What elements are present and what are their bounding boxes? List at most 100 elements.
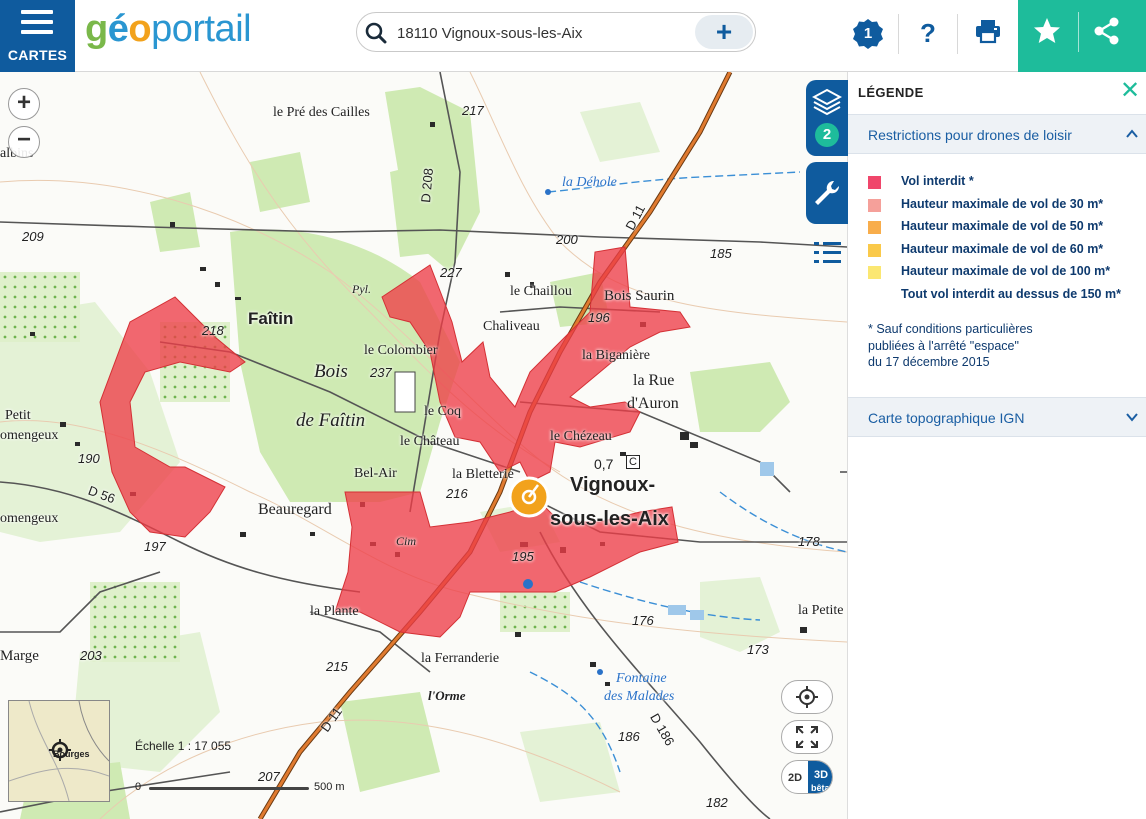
map-label: Bois bbox=[314, 361, 348, 382]
plus-icon: + bbox=[16, 89, 31, 116]
map-label: 176 bbox=[632, 613, 654, 628]
scale-bar: 0 500 m bbox=[135, 780, 355, 794]
notification-badge-icon: 1 bbox=[852, 18, 884, 50]
map-label: 218 bbox=[202, 323, 224, 338]
menu-icon bbox=[21, 10, 53, 40]
legend-item: Hauteur maximale de vol de 50 m* bbox=[868, 219, 1146, 242]
map-label: Chaliveau bbox=[483, 319, 540, 334]
notification-count: 1 bbox=[863, 25, 873, 42]
legend-item-label: Vol interdit * bbox=[901, 174, 974, 188]
map-label: la Rue bbox=[633, 372, 675, 389]
toolbar-divider bbox=[898, 14, 899, 54]
legend-item-label: Hauteur maximale de vol de 50 m* bbox=[901, 219, 1104, 233]
search-add-button[interactable]: + bbox=[695, 15, 753, 49]
map-label: d'Auron bbox=[627, 395, 679, 412]
target-icon bbox=[796, 686, 818, 708]
map-label: Cim bbox=[396, 534, 417, 548]
legend-title: LÉGENDE bbox=[858, 85, 924, 100]
map-label: de Faîtin bbox=[296, 410, 366, 431]
zoom-out-button[interactable]: − bbox=[8, 126, 40, 158]
layers-icon bbox=[812, 88, 842, 116]
help-icon: ? bbox=[920, 18, 936, 48]
legend-item: Hauteur maximale de vol de 100 m* bbox=[868, 264, 1146, 287]
legend-item: Hauteur maximale de vol de 60 m* bbox=[868, 242, 1146, 265]
map-label: Faîtin bbox=[248, 309, 294, 328]
map-label: 186 bbox=[618, 729, 640, 744]
accordion-title: Restrictions pour drones de loisir bbox=[868, 127, 1072, 143]
tools-tab[interactable] bbox=[806, 162, 848, 224]
map-label: Petit bbox=[5, 408, 31, 423]
map-label: C bbox=[626, 455, 640, 469]
toolbar-divider bbox=[957, 14, 958, 54]
map-label: omengeux bbox=[0, 428, 59, 443]
map-label: Bois Saurin bbox=[604, 288, 675, 304]
note-line: du 17 décembre 2015 bbox=[868, 355, 990, 369]
note-line: publiées à l'arrêté "espace" bbox=[868, 338, 1019, 353]
scale-start: 0 bbox=[135, 781, 142, 793]
side-tool-rail: 2 bbox=[806, 80, 848, 280]
map-label: 215 bbox=[326, 659, 348, 674]
legend-swatch bbox=[868, 176, 881, 189]
legend-swatch bbox=[868, 221, 881, 234]
legend-list-icon bbox=[814, 242, 841, 263]
water-point bbox=[597, 669, 603, 675]
legend-item-label: Hauteur maximale de vol de 60 m* bbox=[901, 241, 1104, 256]
legend-item: Tout vol interdit au dessus de 150 m* bbox=[868, 287, 1146, 310]
map-label: le Chaillou bbox=[510, 284, 572, 299]
help-button[interactable]: ? bbox=[910, 0, 946, 72]
geolocate-button[interactable] bbox=[781, 680, 833, 714]
logo-part: é bbox=[107, 8, 129, 50]
search-input[interactable] bbox=[397, 21, 687, 45]
map-label: 185 bbox=[710, 246, 732, 261]
location-marker-icon[interactable] bbox=[508, 476, 550, 518]
map-label: le Colombier bbox=[364, 343, 438, 358]
notifications-button[interactable]: 1 bbox=[850, 0, 886, 72]
map-label: le Château bbox=[400, 434, 460, 449]
map-label: 0,7 bbox=[594, 456, 614, 472]
layers-count: 2 bbox=[822, 126, 832, 143]
scale-label: Échelle 1 : 17 055 bbox=[135, 739, 232, 753]
legend-swatch bbox=[868, 243, 881, 257]
geoportail-logo[interactable]: géoportail bbox=[85, 8, 252, 51]
map-canvas[interactable]: le Pré des Cailles 217 albins D 208 la D… bbox=[0, 72, 847, 819]
map-label: 217 bbox=[462, 103, 484, 118]
map-label: Beauregard bbox=[258, 501, 332, 518]
top-bar: CARTES géoportail + 1 ? bbox=[0, 0, 1146, 72]
map-label: 197 bbox=[144, 539, 166, 554]
fullscreen-button[interactable] bbox=[781, 720, 833, 754]
logo-part: portail bbox=[151, 8, 252, 50]
print-icon bbox=[976, 20, 1000, 44]
logo-part: o bbox=[128, 8, 152, 50]
legend-header: LÉGENDE ✕ bbox=[848, 72, 1146, 112]
map-label: Fontaine bbox=[616, 671, 667, 686]
map-label: D 208 bbox=[418, 167, 436, 204]
legend-toggle[interactable] bbox=[806, 234, 848, 274]
menu-button[interactable]: CARTES bbox=[0, 0, 75, 72]
close-icon[interactable]: ✕ bbox=[1119, 79, 1141, 103]
overview-minimap[interactable]: Bourges bbox=[8, 700, 110, 802]
minimap-town-label: Bourges bbox=[53, 749, 90, 759]
layers-tab[interactable]: 2 bbox=[806, 80, 848, 156]
map-label: 190 bbox=[78, 451, 100, 466]
minus-icon: − bbox=[16, 126, 31, 153]
zoom-in-button[interactable]: + bbox=[8, 88, 40, 120]
toggle-2d[interactable]: 2D bbox=[782, 761, 808, 793]
note-line: * Sauf conditions particulières bbox=[868, 322, 1033, 336]
legend-note: * Sauf conditions particulières publiées… bbox=[868, 321, 1138, 371]
legend-items: Vol interdit * Hauteur maximale de vol de… bbox=[868, 174, 1146, 309]
map-label: la Plante bbox=[310, 604, 359, 619]
accordion-drone-restrictions[interactable]: Restrictions pour drones de loisir bbox=[848, 114, 1146, 154]
dimension-toggle[interactable]: 2D 3D bêta bbox=[781, 760, 833, 794]
map-label: la Bletterie bbox=[452, 467, 514, 482]
accordion-topographic-map[interactable]: Carte topographique IGN bbox=[848, 397, 1146, 437]
print-button[interactable] bbox=[968, 0, 1008, 72]
map-label: 182 bbox=[706, 795, 728, 810]
star-icon[interactable] bbox=[1032, 16, 1062, 46]
share-icon[interactable] bbox=[1092, 16, 1122, 46]
map-label: 200 bbox=[556, 232, 578, 247]
map-label: Pyl. bbox=[352, 282, 371, 296]
map-label: omengeux bbox=[0, 511, 59, 526]
legend-item: Hauteur maximale de vol de 30 m* bbox=[868, 197, 1146, 220]
water-point bbox=[523, 579, 533, 589]
search-icon[interactable] bbox=[365, 22, 387, 44]
